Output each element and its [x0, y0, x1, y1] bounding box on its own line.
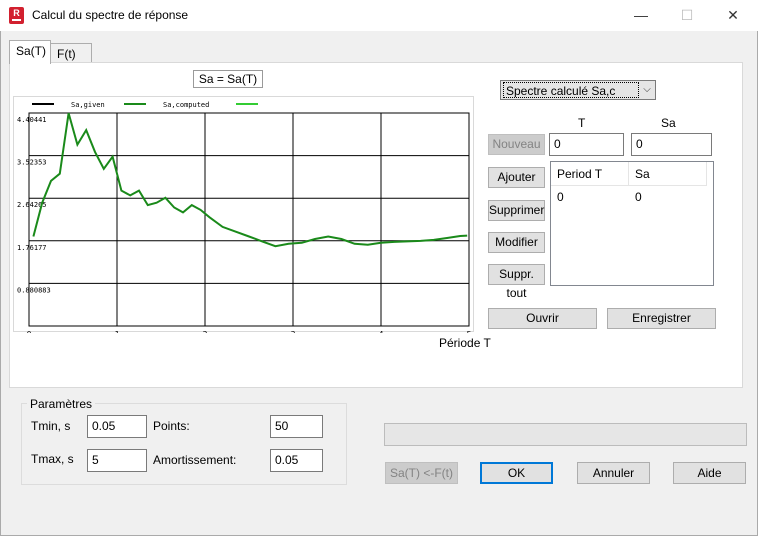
ouvrir-button[interactable]: Ouvrir — [488, 308, 597, 329]
aide-button[interactable]: Aide — [673, 462, 746, 484]
y-tick-label: 1.76177 — [17, 244, 47, 252]
chart-title-box: Sa = Sa(T) — [193, 70, 263, 88]
minimize-button[interactable]: — — [618, 0, 664, 31]
tmax-label: Tmax, s — [31, 452, 74, 466]
app-icon: R — [9, 7, 24, 24]
modifier-button[interactable]: Modifier — [488, 232, 545, 253]
plot-area — [28, 112, 470, 327]
title-bar: R Calcul du spectre de réponse — ☐ ✕ — [0, 0, 758, 31]
x-tick-label: 2 — [203, 330, 208, 333]
ok-button[interactable]: OK — [480, 462, 553, 484]
enregistrer-button[interactable]: Enregistrer — [607, 308, 716, 329]
tmin-input[interactable]: 0.05 — [87, 415, 147, 438]
suppr-tout-button[interactable]: Suppr. tout — [488, 264, 545, 300]
convert-f-to-sa-button[interactable]: Sa(T) <-F(t) — [385, 462, 458, 484]
points-input[interactable]: 50 — [270, 415, 323, 438]
legend-label: Sa,given — [71, 101, 105, 109]
parameters-group-title: Paramètres — [27, 397, 96, 411]
amortissement-label: Amortissement: — [153, 453, 237, 467]
table-header: Period T Sa — [551, 162, 707, 186]
maximize-button[interactable]: ☐ — [664, 0, 710, 31]
chevron-down-icon[interactable]: ⌵ — [639, 81, 655, 99]
column-header-sa[interactable]: Sa — [629, 162, 707, 186]
table-cell-sa[interactable]: 0 — [635, 190, 642, 204]
tmin-label: Tmin, s — [31, 419, 71, 433]
spectrum-type-select[interactable]: Spectre calculé Sa,c ⌵ — [500, 80, 656, 100]
x-tick-label: 3 — [291, 330, 296, 333]
t-value-input[interactable]: 0 — [549, 133, 624, 156]
sa-value-input[interactable]: 0 — [631, 133, 712, 156]
sa-column-label: Sa — [661, 116, 676, 130]
chart-frame: 0123454.404413.523532.642651.761770.8808… — [13, 96, 474, 339]
response-spectrum-chart: 0123454.404413.523532.642651.761770.8808… — [17, 101, 472, 339]
amortissement-input[interactable]: 0.05 — [270, 449, 323, 472]
y-tick-label: 4.40441 — [17, 116, 47, 124]
ajouter-button[interactable]: Ajouter — [488, 167, 545, 188]
tab-sa-t[interactable]: Sa(T) — [9, 40, 51, 64]
x-tick-label: 1 — [115, 330, 120, 333]
x-tick-label: 5 — [467, 330, 472, 333]
x-tick-label: 0 — [27, 330, 32, 333]
x-tick-label: 4 — [379, 330, 384, 333]
x-axis-label: Période T — [439, 336, 491, 350]
spectrum-points-table[interactable]: Period T Sa 0 0 — [550, 161, 714, 286]
annuler-button[interactable]: Annuler — [577, 462, 650, 484]
points-label: Points: — [153, 419, 190, 433]
spectrum-type-value: Spectre calculé Sa,c — [503, 82, 639, 98]
t-column-label: T — [578, 116, 586, 130]
column-header-period[interactable]: Period T — [551, 162, 629, 186]
tmax-input[interactable]: 5 — [87, 449, 147, 472]
progress-bar — [384, 423, 747, 446]
table-cell-period[interactable]: 0 — [557, 190, 564, 204]
window-title: Calcul du spectre de réponse — [32, 8, 189, 22]
y-tick-label: 0.880883 — [17, 286, 51, 294]
supprimer-button[interactable]: Supprimer — [488, 200, 545, 221]
legend-label: Sa,computed — [163, 101, 209, 109]
nouveau-button[interactable]: Nouveau — [488, 134, 545, 155]
tab-f-t[interactable]: F(t) — [50, 43, 92, 63]
close-button[interactable]: ✕ — [710, 0, 756, 31]
y-tick-label: 3.52353 — [17, 159, 47, 167]
